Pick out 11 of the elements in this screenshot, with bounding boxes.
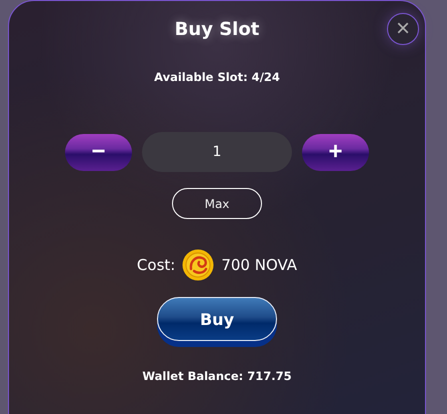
dialog-title: Buy Slot — [174, 19, 260, 40]
cost-label: Cost: — [136, 256, 176, 274]
coin-icon — [182, 249, 214, 281]
wallet-balance-text: Wallet Balance: 717.75 — [142, 369, 292, 383]
close-button[interactable]: × — [387, 13, 419, 45]
max-button[interactable]: Max — [172, 188, 262, 219]
cost-amount: 700 NOVA — [221, 256, 298, 274]
decrement-button[interactable]: − — [65, 134, 132, 170]
quantity-field[interactable]: 1 — [142, 132, 292, 172]
available-slots-text: Available Slot: 4/24 — [154, 70, 280, 84]
increment-button[interactable]: + — [302, 134, 369, 170]
